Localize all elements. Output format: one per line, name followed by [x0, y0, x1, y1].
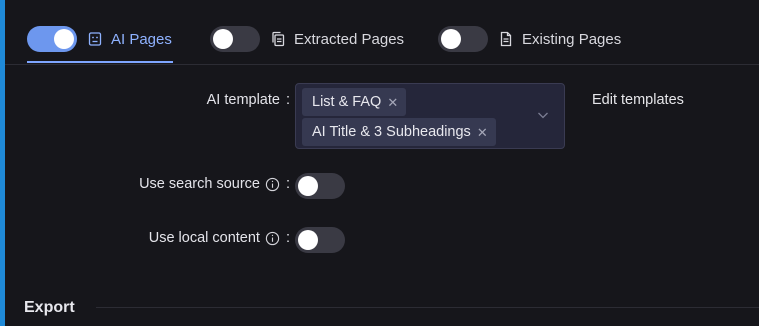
search-source-label: Use search source : [65, 176, 290, 192]
robot-icon [87, 31, 103, 47]
ai-template-select[interactable]: List & FAQ ✕ AI Title & 3 Subheadings ✕ [295, 83, 565, 149]
ai-pages-toggle[interactable] [27, 26, 77, 52]
label-text: AI template [206, 92, 280, 108]
tab-ai-pages[interactable]: AI Pages [27, 24, 172, 54]
tab-existing-pages[interactable]: Existing Pages [438, 24, 621, 54]
tab-bar: AI Pages Extracted Pages Existing Pages [5, 0, 759, 65]
toggle-knob [213, 29, 233, 49]
export-section-title: Export [24, 299, 75, 316]
chip-label: List & FAQ [312, 94, 382, 110]
template-chip: List & FAQ ✕ [302, 88, 407, 116]
toggle-knob [441, 29, 461, 49]
info-icon[interactable] [265, 177, 280, 192]
toggle-knob [298, 176, 318, 196]
label-text: Use search source [139, 176, 260, 192]
chevron-down-icon[interactable] [536, 108, 550, 122]
label-colon: : [285, 176, 290, 192]
copy-pages-icon [270, 31, 286, 47]
existing-pages-toggle[interactable] [438, 26, 488, 52]
toggle-knob [298, 230, 318, 250]
tab-extracted-pages[interactable]: Extracted Pages [210, 24, 404, 54]
close-icon[interactable]: ✕ [387, 96, 398, 109]
local-content-toggle[interactable] [295, 227, 345, 253]
label-colon: : [285, 230, 290, 246]
search-source-toggle[interactable] [295, 173, 345, 199]
active-tab-indicator [27, 61, 173, 63]
section-divider [96, 307, 759, 308]
info-icon[interactable] [265, 231, 280, 246]
close-icon[interactable]: ✕ [477, 126, 488, 139]
extracted-pages-toggle[interactable] [210, 26, 260, 52]
local-content-label: Use local content : [65, 230, 290, 246]
edit-templates-link[interactable]: Edit templates [592, 92, 684, 108]
label-colon: : [285, 92, 290, 108]
settings-panel: AI Pages Extracted Pages Existing Pages … [5, 0, 759, 326]
label-text: Use local content [148, 230, 260, 246]
tab-label: Extracted Pages [294, 30, 405, 48]
document-icon [498, 31, 514, 47]
template-chip: AI Title & 3 Subheadings ✕ [302, 118, 496, 146]
chip-label: AI Title & 3 Subheadings [312, 124, 471, 140]
tab-label: AI Pages [111, 30, 172, 48]
tab-label: Existing Pages [522, 30, 622, 48]
toggle-knob [54, 29, 74, 49]
ai-template-label: AI template: [125, 92, 290, 108]
